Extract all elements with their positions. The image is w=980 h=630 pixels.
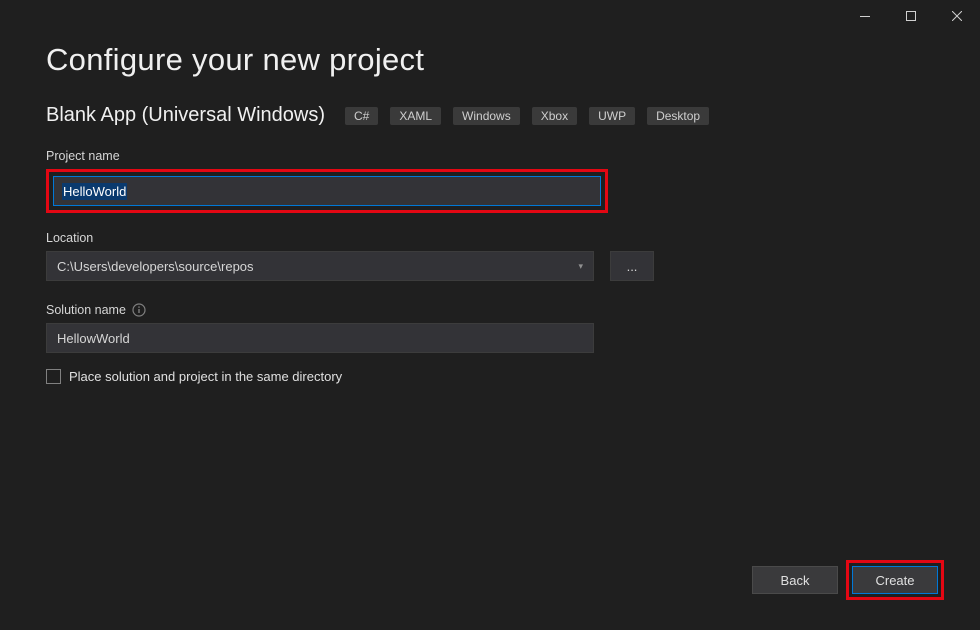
- project-name-label: Project name: [46, 149, 934, 163]
- tag-desktop: Desktop: [647, 107, 709, 125]
- window-controls: [842, 0, 980, 32]
- same-directory-row: Place solution and project in the same d…: [46, 369, 934, 384]
- solution-name-label: Solution name: [46, 303, 934, 317]
- create-button-label: Create: [875, 573, 914, 588]
- same-directory-label: Place solution and project in the same d…: [69, 369, 342, 384]
- solution-name-value: HellowWorld: [57, 331, 130, 346]
- tag-xaml: XAML: [390, 107, 441, 125]
- template-row: Blank App (Universal Windows) C# XAML Wi…: [46, 104, 934, 127]
- project-name-highlight: HelloWorld: [46, 169, 608, 213]
- chevron-down-icon: ▾: [578, 261, 583, 272]
- window-titlebar: [0, 0, 980, 32]
- location-label: Location: [46, 231, 934, 245]
- template-name: Blank App (Universal Windows): [46, 104, 325, 127]
- solution-name-label-text: Solution name: [46, 303, 126, 317]
- back-button-label: Back: [781, 573, 810, 588]
- project-name-value: HelloWorld: [62, 183, 127, 200]
- location-value: C:\Users\developers\source\repos: [57, 259, 254, 274]
- tag-xbox: Xbox: [532, 107, 577, 125]
- info-icon[interactable]: [132, 303, 146, 317]
- location-row: C:\Users\developers\source\repos ▾ ...: [46, 251, 934, 281]
- dialog-content: Configure your new project Blank App (Un…: [0, 32, 980, 384]
- maximize-button[interactable]: [888, 0, 934, 32]
- location-group: Location C:\Users\developers\source\repo…: [46, 231, 934, 281]
- page-title: Configure your new project: [46, 42, 934, 78]
- project-name-group: Project name HelloWorld: [46, 149, 934, 213]
- location-input[interactable]: C:\Users\developers\source\repos ▾: [46, 251, 594, 281]
- tag-csharp: C#: [345, 107, 378, 125]
- back-button[interactable]: Back: [752, 566, 838, 594]
- tag-uwp: UWP: [589, 107, 635, 125]
- browse-label: ...: [627, 259, 638, 274]
- solution-name-input[interactable]: HellowWorld: [46, 323, 594, 353]
- dialog-footer: Back Create: [752, 560, 944, 600]
- solution-name-group: Solution name HellowWorld: [46, 303, 934, 353]
- project-name-input[interactable]: HelloWorld: [53, 176, 601, 206]
- minimize-button[interactable]: [842, 0, 888, 32]
- create-button[interactable]: Create: [852, 566, 938, 594]
- create-highlight: Create: [846, 560, 944, 600]
- close-button[interactable]: [934, 0, 980, 32]
- tag-windows: Windows: [453, 107, 520, 125]
- same-directory-checkbox[interactable]: [46, 369, 61, 384]
- browse-button[interactable]: ...: [610, 251, 654, 281]
